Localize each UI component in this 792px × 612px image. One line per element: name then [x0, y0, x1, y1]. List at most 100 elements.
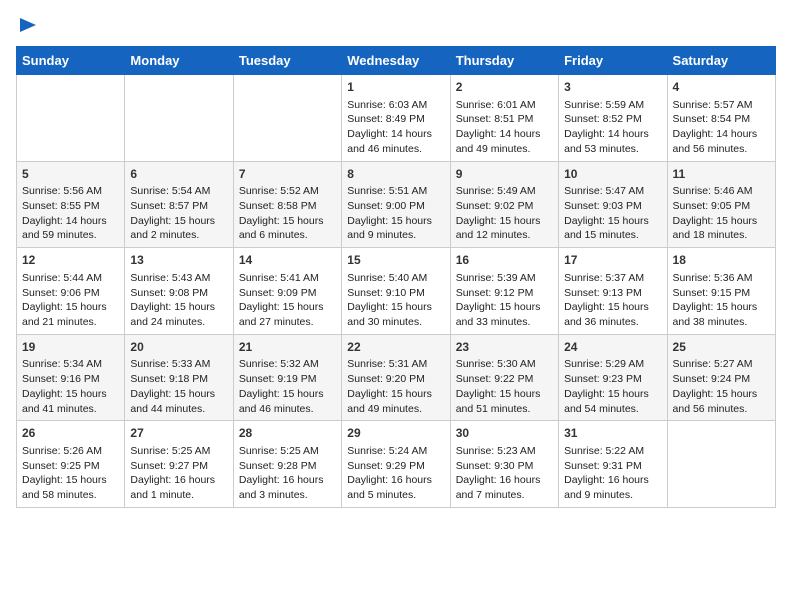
calendar-cell: 16 Sunrise: 5:39 AMSunset: 9:12 PMDayligh… [450, 248, 558, 335]
calendar-week-5: 26 Sunrise: 5:26 AMSunset: 9:25 PMDayligh… [17, 421, 776, 508]
day-info: Sunrise: 5:36 AMSunset: 9:15 PMDaylight:… [673, 271, 770, 330]
logo [16, 16, 40, 34]
day-number: 2 [456, 79, 553, 96]
day-info: Sunrise: 5:25 AMSunset: 9:27 PMDaylight:… [130, 444, 227, 503]
day-info: Sunrise: 6:01 AMSunset: 8:51 PMDaylight:… [456, 98, 553, 157]
day-info: Sunrise: 5:31 AMSunset: 9:20 PMDaylight:… [347, 357, 444, 416]
calendar-cell: 12 Sunrise: 5:44 AMSunset: 9:06 PMDayligh… [17, 248, 125, 335]
calendar-cell: 10Sunrise: 5:47 AMSunset: 9:03 PMDayligh… [559, 161, 667, 248]
day-info: Sunrise: 5:39 AMSunset: 9:12 PMDaylight:… [456, 271, 553, 330]
day-number: 21 [239, 339, 336, 356]
day-info: Sunrise: 5:54 AMSunset: 8:57 PMDaylight:… [130, 184, 227, 243]
calendar-cell: 14 Sunrise: 5:41 AMSunset: 9:09 PMDayligh… [233, 248, 341, 335]
calendar-cell: 29 Sunrise: 5:24 AMSunset: 9:29 PMDayligh… [342, 421, 450, 508]
day-info: Sunrise: 5:25 AMSunset: 9:28 PMDaylight:… [239, 444, 336, 503]
calendar-cell: 30 Sunrise: 5:23 AMSunset: 9:30 PMDayligh… [450, 421, 558, 508]
calendar-week-2: 5Sunrise: 5:56 AMSunset: 8:55 PMDaylight… [17, 161, 776, 248]
day-info: Sunrise: 5:56 AMSunset: 8:55 PMDaylight:… [22, 184, 119, 243]
day-info: Sunrise: 5:22 AMSunset: 9:31 PMDaylight:… [564, 444, 661, 503]
calendar-cell: 28 Sunrise: 5:25 AMSunset: 9:28 PMDayligh… [233, 421, 341, 508]
day-number: 30 [456, 425, 553, 442]
day-info: Sunrise: 5:52 AMSunset: 8:58 PMDaylight:… [239, 184, 336, 243]
calendar-cell: 8Sunrise: 5:51 AMSunset: 9:00 PMDaylight… [342, 161, 450, 248]
calendar-week-1: 1Sunrise: 6:03 AMSunset: 8:49 PMDaylight… [17, 75, 776, 162]
calendar-cell: 15 Sunrise: 5:40 AMSunset: 9:10 PMDayligh… [342, 248, 450, 335]
calendar-table: SundayMondayTuesdayWednesdayThursdayFrid… [16, 46, 776, 508]
logo-icon [18, 16, 40, 34]
calendar-cell: 2 Sunrise: 6:01 AMSunset: 8:51 PMDaylight… [450, 75, 558, 162]
calendar-cell: 31Sunrise: 5:22 AMSunset: 9:31 PMDayligh… [559, 421, 667, 508]
calendar-week-3: 12 Sunrise: 5:44 AMSunset: 9:06 PMDayligh… [17, 248, 776, 335]
day-info: Sunrise: 5:24 AMSunset: 9:29 PMDaylight:… [347, 444, 444, 503]
calendar-cell [233, 75, 341, 162]
day-info: Sunrise: 5:40 AMSunset: 9:10 PMDaylight:… [347, 271, 444, 330]
day-number: 5 [22, 166, 119, 183]
day-info: Sunrise: 5:47 AMSunset: 9:03 PMDaylight:… [564, 184, 661, 243]
day-info: Sunrise: 5:32 AMSunset: 9:19 PMDaylight:… [239, 357, 336, 416]
calendar-cell [667, 421, 775, 508]
header-saturday: Saturday [667, 47, 775, 75]
day-number: 28 [239, 425, 336, 442]
day-number: 29 [347, 425, 444, 442]
header-monday: Monday [125, 47, 233, 75]
calendar-cell: 22Sunrise: 5:31 AMSunset: 9:20 PMDayligh… [342, 334, 450, 421]
header-thursday: Thursday [450, 47, 558, 75]
calendar-cell: 1Sunrise: 6:03 AMSunset: 8:49 PMDaylight… [342, 75, 450, 162]
calendar-cell: 11Sunrise: 5:46 AMSunset: 9:05 PMDayligh… [667, 161, 775, 248]
day-number: 19 [22, 339, 119, 356]
calendar-cell: 6Sunrise: 5:54 AMSunset: 8:57 PMDaylight… [125, 161, 233, 248]
day-number: 17 [564, 252, 661, 269]
day-info: Sunrise: 5:34 AMSunset: 9:16 PMDaylight:… [22, 357, 119, 416]
day-info: Sunrise: 5:33 AMSunset: 9:18 PMDaylight:… [130, 357, 227, 416]
calendar-week-4: 19Sunrise: 5:34 AMSunset: 9:16 PMDayligh… [17, 334, 776, 421]
calendar-cell: 20Sunrise: 5:33 AMSunset: 9:18 PMDayligh… [125, 334, 233, 421]
day-number: 14 [239, 252, 336, 269]
calendar-cell: 23Sunrise: 5:30 AMSunset: 9:22 PMDayligh… [450, 334, 558, 421]
day-info: Sunrise: 5:23 AMSunset: 9:30 PMDaylight:… [456, 444, 553, 503]
day-number: 7 [239, 166, 336, 183]
day-info: Sunrise: 5:27 AMSunset: 9:24 PMDaylight:… [673, 357, 770, 416]
day-info: Sunrise: 5:51 AMSunset: 9:00 PMDaylight:… [347, 184, 444, 243]
day-info: Sunrise: 5:59 AMSunset: 8:52 PMDaylight:… [564, 98, 661, 157]
header-friday: Friday [559, 47, 667, 75]
day-info: Sunrise: 6:03 AMSunset: 8:49 PMDaylight:… [347, 98, 444, 157]
calendar-cell: 3Sunrise: 5:59 AMSunset: 8:52 PMDaylight… [559, 75, 667, 162]
page-header [16, 16, 776, 34]
day-info: Sunrise: 5:46 AMSunset: 9:05 PMDaylight:… [673, 184, 770, 243]
day-info: Sunrise: 5:30 AMSunset: 9:22 PMDaylight:… [456, 357, 553, 416]
calendar-cell: 17 Sunrise: 5:37 AMSunset: 9:13 PMDayligh… [559, 248, 667, 335]
day-number: 12 [22, 252, 119, 269]
day-number: 18 [673, 252, 770, 269]
header-tuesday: Tuesday [233, 47, 341, 75]
calendar-cell: 18 Sunrise: 5:36 AMSunset: 9:15 PMDayligh… [667, 248, 775, 335]
day-number: 16 [456, 252, 553, 269]
day-number: 4 [673, 79, 770, 96]
day-number: 27 [130, 425, 227, 442]
day-info: Sunrise: 5:41 AMSunset: 9:09 PMDaylight:… [239, 271, 336, 330]
day-number: 10 [564, 166, 661, 183]
calendar-cell: 21Sunrise: 5:32 AMSunset: 9:19 PMDayligh… [233, 334, 341, 421]
day-info: Sunrise: 5:37 AMSunset: 9:13 PMDaylight:… [564, 271, 661, 330]
day-number: 26 [22, 425, 119, 442]
calendar-cell: 27 Sunrise: 5:25 AMSunset: 9:27 PMDayligh… [125, 421, 233, 508]
calendar-cell: 9Sunrise: 5:49 AMSunset: 9:02 PMDaylight… [450, 161, 558, 248]
day-number: 11 [673, 166, 770, 183]
day-info: Sunrise: 5:49 AMSunset: 9:02 PMDaylight:… [456, 184, 553, 243]
day-info: Sunrise: 5:29 AMSunset: 9:23 PMDaylight:… [564, 357, 661, 416]
calendar-cell [17, 75, 125, 162]
day-number: 15 [347, 252, 444, 269]
day-number: 9 [456, 166, 553, 183]
day-info: Sunrise: 5:26 AMSunset: 9:25 PMDaylight:… [22, 444, 119, 503]
calendar-cell: 13Sunrise: 5:43 AMSunset: 9:08 PMDayligh… [125, 248, 233, 335]
calendar-cell: 4 Sunrise: 5:57 AMSunset: 8:54 PMDaylight… [667, 75, 775, 162]
day-info: Sunrise: 5:57 AMSunset: 8:54 PMDaylight:… [673, 98, 770, 157]
day-info: Sunrise: 5:43 AMSunset: 9:08 PMDaylight:… [130, 271, 227, 330]
calendar-cell: 26 Sunrise: 5:26 AMSunset: 9:25 PMDayligh… [17, 421, 125, 508]
day-number: 24 [564, 339, 661, 356]
header-sunday: Sunday [17, 47, 125, 75]
header-wednesday: Wednesday [342, 47, 450, 75]
calendar-cell: 7Sunrise: 5:52 AMSunset: 8:58 PMDaylight… [233, 161, 341, 248]
day-number: 8 [347, 166, 444, 183]
calendar-cell: 24Sunrise: 5:29 AMSunset: 9:23 PMDayligh… [559, 334, 667, 421]
day-info: Sunrise: 5:44 AMSunset: 9:06 PMDaylight:… [22, 271, 119, 330]
